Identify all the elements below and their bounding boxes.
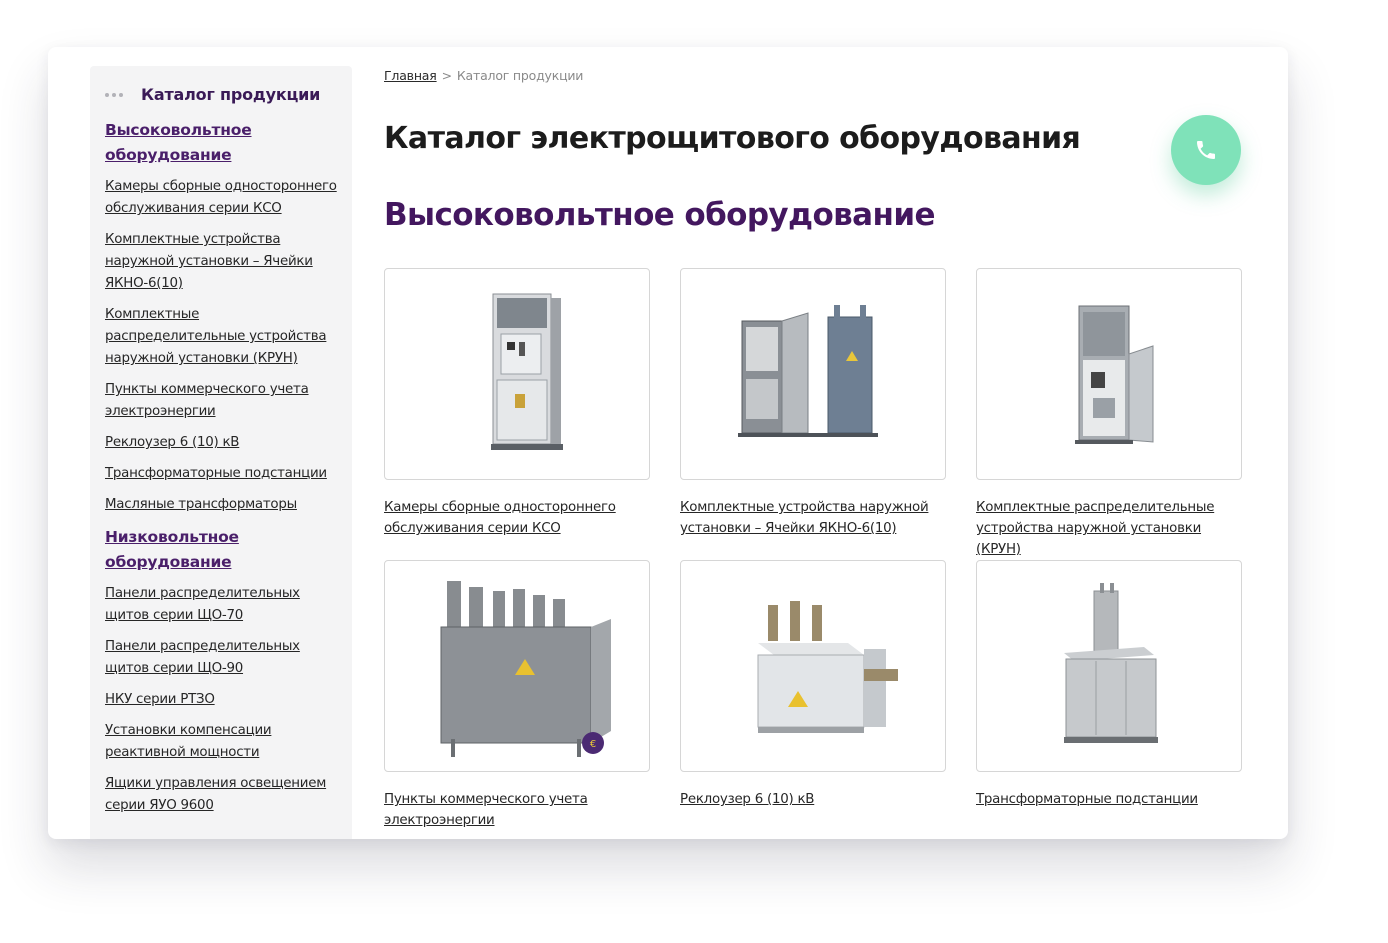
product-caption[interactable]: Комплектные устройства наружной установк… [680, 497, 946, 539]
sidebar-group-high-voltage[interactable]: Высоковольтное оборудование [105, 118, 338, 168]
sidebar-item-substations[interactable]: Трансформаторные подстанции [105, 463, 338, 485]
product-card-kso[interactable]: Камеры сборные одностороннего обслуживан… [384, 268, 650, 539]
breadcrumb: Главная > Каталог продукции [384, 68, 583, 83]
browser-frame: Каталог продукции Высоковольтное оборудо… [48, 47, 1288, 839]
product-caption[interactable]: Камеры сборные одностороннего обслуживан… [384, 497, 650, 539]
sidebar-header: Каталог продукции [105, 85, 338, 104]
product-caption[interactable]: Комплектные распределительные устройства… [976, 497, 1242, 560]
product-caption[interactable]: Пункты коммерческого учета электроэнерги… [384, 789, 650, 831]
product-card-krun[interactable]: Комплектные распределительные устройства… [976, 268, 1242, 560]
product-caption[interactable]: Реклоузер 6 (10) кВ [680, 789, 946, 810]
breadcrumb-current: Каталог продукции [456, 68, 584, 83]
sidebar-item-yakno[interactable]: Комплектные устройства наружной установк… [105, 229, 338, 295]
sidebar-item-nku[interactable]: НКУ серии РТЗО [105, 689, 338, 711]
sidebar-item-recloser[interactable]: Реклоузер 6 (10) кВ [105, 432, 338, 454]
product-caption[interactable]: Трансформаторные подстанции [976, 789, 1242, 810]
sidebar-item-yauo[interactable]: Ящики управления освещением серии ЯУО 96… [105, 773, 338, 817]
product-card-recloser[interactable]: Реклоузер 6 (10) кВ [680, 560, 946, 810]
section-title: Высоковольтное оборудование [384, 197, 935, 233]
sidebar-item-krun[interactable]: Комплектные распределительные устройства… [105, 304, 338, 370]
call-button[interactable] [1171, 115, 1241, 185]
sidebar-item-ukrm[interactable]: Установки компенсации реактивной мощност… [105, 720, 338, 764]
sidebar-item-oil-transformers[interactable]: Масляные трансформаторы [105, 494, 338, 516]
recloser-image[interactable] [680, 560, 946, 772]
menu-dots-icon[interactable] [105, 92, 123, 97]
yakno-cabinet-image[interactable] [680, 268, 946, 480]
product-card-substation[interactable]: Трансформаторные подстанции [976, 560, 1242, 810]
catalog-sidebar: Каталог продукции Высоковольтное оборудо… [90, 66, 352, 839]
breadcrumb-separator: > [441, 68, 452, 83]
phone-icon [1197, 141, 1215, 159]
svg-text:€: € [590, 739, 596, 750]
sidebar-item-sho90[interactable]: Панели распределительных щитов серии ЩО-… [105, 636, 338, 680]
metering-point-image[interactable]: € [384, 560, 650, 772]
transformer-substation-image[interactable] [976, 560, 1242, 772]
main-content: Главная > Каталог продукции Каталог электр… [384, 47, 1288, 839]
product-card-metering[interactable]: € Пункты коммерческого учета электроэнер… [384, 560, 650, 831]
kso-cabinet-image[interactable] [384, 268, 650, 480]
sidebar-item-sho70[interactable]: Панели распределительных щитов серии ЩО-… [105, 583, 338, 627]
sidebar-item-metering[interactable]: Пункты коммерческого учета электроэнерги… [105, 379, 338, 423]
krun-cabinet-image[interactable] [976, 268, 1242, 480]
sidebar-title: Каталог продукции [141, 85, 321, 104]
breadcrumb-home[interactable]: Главная [384, 68, 437, 83]
product-card-yakno[interactable]: Комплектные устройства наружной установк… [680, 268, 946, 539]
sidebar-group-low-voltage[interactable]: Низковольтное оборудование [105, 525, 338, 575]
sidebar-item-kso[interactable]: Камеры сборные одностороннего обслуживан… [105, 176, 338, 220]
page-title: Каталог электрощитового оборудования [384, 121, 1081, 156]
